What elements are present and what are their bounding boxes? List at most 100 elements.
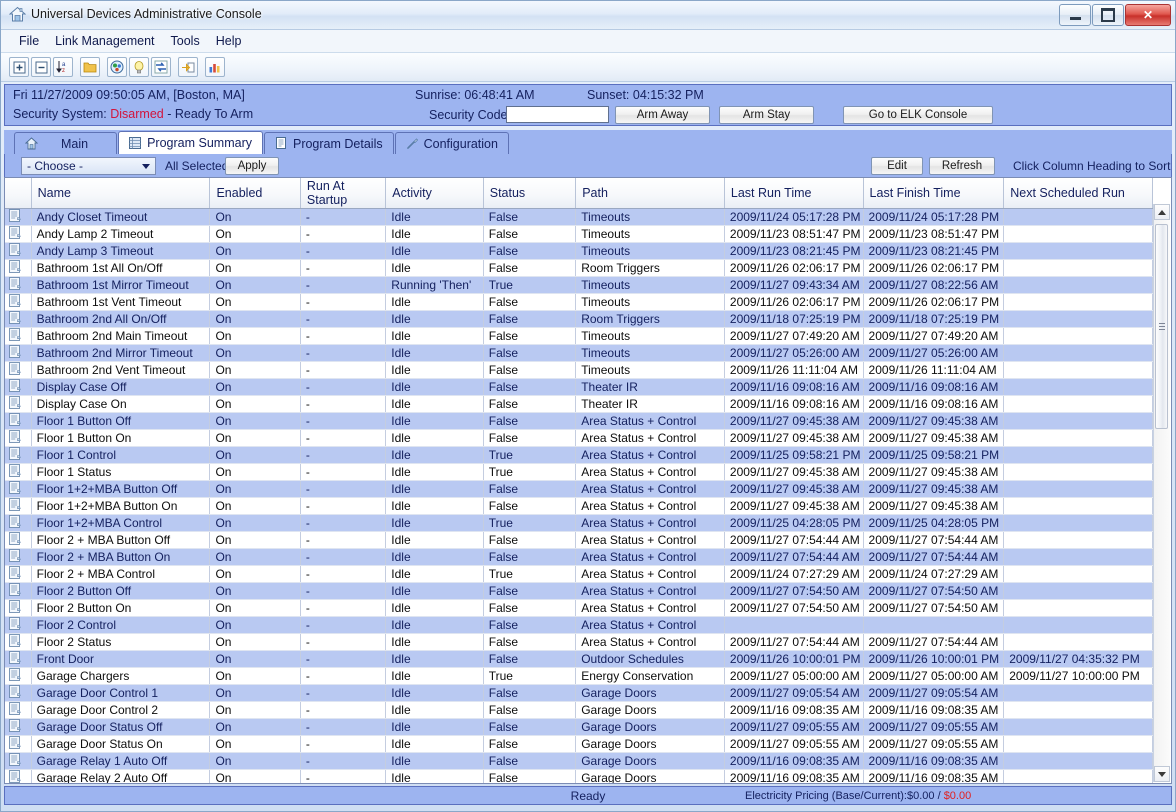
- apply-button[interactable]: Apply: [225, 157, 279, 175]
- tab-program-summary[interactable]: Program Summary: [118, 131, 263, 154]
- edit-button[interactable]: Edit: [871, 157, 923, 175]
- table-row[interactable]: Garage Door Status Off On - Idle False Garage…: [5, 718, 1153, 736]
- cell-run-at-startup: -: [300, 531, 387, 549]
- cell-last-finish-time: 2009/11/24 07:27:29 AM: [863, 565, 1005, 583]
- program-icon: [5, 667, 32, 685]
- table-row[interactable]: Bathroom 1st All On/Off On - Idle False Room …: [5, 259, 1153, 277]
- arm-stay-button[interactable]: Arm Stay: [719, 106, 814, 124]
- th-status[interactable]: Status: [483, 178, 577, 209]
- cell-name: Display Case Off: [31, 378, 211, 396]
- cell-path: Theater IR: [575, 378, 725, 396]
- table-row[interactable]: Floor 2 + MBA Button On On - Idle False Area …: [5, 548, 1153, 566]
- tab-program-details[interactable]: Program Details: [263, 132, 394, 154]
- folder-icon[interactable]: [80, 57, 100, 77]
- table-row[interactable]: Floor 2 + MBA Button Off On - Idle False Area…: [5, 531, 1153, 549]
- table-row[interactable]: Floor 2 Status On - Idle False Area Status + …: [5, 633, 1153, 651]
- refresh-button[interactable]: Refresh: [929, 157, 995, 175]
- cell-path: Area Status + Control: [575, 582, 725, 600]
- table-row[interactable]: Floor 2 Control On - Idle False Area Status +…: [5, 616, 1153, 634]
- program-filter-dropdown[interactable]: - Choose -: [21, 157, 156, 175]
- status-ready-text: Ready: [570, 789, 606, 803]
- table-row[interactable]: Floor 1+2+MBA Button On On - Idle False Area …: [5, 497, 1153, 515]
- table-row[interactable]: Display Case Off On - Idle False Theater IR 20…: [5, 378, 1153, 396]
- table-row[interactable]: Garage Door Status On On - Idle False Garage …: [5, 735, 1153, 753]
- table-row[interactable]: Andy Closet Timeout On - Idle False Timeouts 2…: [5, 208, 1153, 226]
- close-button[interactable]: ✕: [1125, 4, 1171, 26]
- table-row[interactable]: Floor 1+2+MBA Control On - Idle True Area Sta…: [5, 514, 1153, 532]
- menu-file[interactable]: File: [11, 32, 47, 50]
- table-row[interactable]: Floor 2 Button On On - Idle False Area Status…: [5, 599, 1153, 617]
- th-last-finish-time[interactable]: Last Finish Time: [863, 178, 1005, 209]
- th-last-run-time[interactable]: Last Run Time: [724, 178, 864, 209]
- table-row[interactable]: Bathroom 2nd All On/Off On - Idle False Room …: [5, 310, 1153, 328]
- table-row[interactable]: Garage Door Control 1 On - Idle False Garage …: [5, 684, 1153, 702]
- th-enabled[interactable]: Enabled: [209, 178, 301, 209]
- table-row[interactable]: Floor 1 Control On - Idle True Area Status + …: [5, 446, 1153, 464]
- menu-link-management[interactable]: Link Management: [47, 32, 162, 50]
- cell-status: False: [483, 582, 577, 600]
- cell-run-at-startup: -: [300, 582, 387, 600]
- tab-main[interactable]: Main: [14, 132, 118, 154]
- cell-path: Theater IR: [575, 395, 725, 413]
- tab-configuration[interactable]: Configuration: [394, 132, 509, 154]
- cell-status: False: [483, 395, 577, 413]
- th-next-scheduled-run[interactable]: Next Scheduled Run: [1003, 178, 1153, 209]
- table-row[interactable]: Garage Door Control 2 On - Idle False Garage …: [5, 701, 1153, 719]
- go-to-elk-console-button[interactable]: Go to ELK Console: [843, 106, 993, 124]
- table-row[interactable]: Floor 2 + MBA Control On - Idle True Area Sta…: [5, 565, 1153, 583]
- cell-run-at-startup: -: [300, 497, 387, 515]
- maximize-button[interactable]: [1092, 4, 1124, 26]
- chart-icon[interactable]: [205, 57, 225, 77]
- cell-name: Display Case On: [31, 395, 211, 413]
- cell-status: False: [483, 599, 577, 617]
- th-path[interactable]: Path: [575, 178, 725, 209]
- cell-last-run-time: [724, 616, 864, 634]
- table-row[interactable]: Floor 1+2+MBA Button Off On - Idle False Area…: [5, 480, 1153, 498]
- menu-tools[interactable]: Tools: [163, 32, 208, 50]
- table-row[interactable]: Bathroom 2nd Mirror Timeout On - Idle False T…: [5, 344, 1153, 362]
- cell-last-run-time: 2009/11/27 09:45:38 AM: [724, 480, 864, 498]
- lightbulb-icon[interactable]: [129, 57, 149, 77]
- th-activity[interactable]: Activity: [385, 178, 484, 209]
- table-row[interactable]: Andy Lamp 2 Timeout On - Idle False Timeouts 2…: [5, 225, 1153, 243]
- cell-name: Garage Door Control 1: [31, 684, 211, 702]
- table-row[interactable]: Display Case On On - Idle False Theater IR 200…: [5, 395, 1153, 413]
- table-row[interactable]: Bathroom 2nd Vent Timeout On - Idle False Tim…: [5, 361, 1153, 379]
- scroll-up-icon[interactable]: [1154, 204, 1170, 220]
- table-row[interactable]: Floor 1 Status On - Idle True Area Status + C…: [5, 463, 1153, 481]
- scrollbar-thumb[interactable]: [1155, 224, 1168, 429]
- sort-az-icon[interactable]: az: [53, 57, 73, 77]
- table-row[interactable]: Floor 1 Button On On - Idle False Area Status…: [5, 429, 1153, 447]
- table-row[interactable]: Bathroom 2nd Main Timeout On - Idle False Tim…: [5, 327, 1153, 345]
- table-row[interactable]: Garage Chargers On - Idle True Energy Conserv…: [5, 667, 1153, 685]
- table-row[interactable]: Andy Lamp 3 Timeout On - Idle False Timeouts 2…: [5, 242, 1153, 260]
- th-run-at-startup[interactable]: Run At Startup: [300, 178, 387, 209]
- svg-text:z: z: [62, 68, 65, 74]
- cell-activity: Idle: [385, 208, 484, 226]
- cell-status: False: [483, 548, 577, 566]
- cell-run-at-startup: -: [300, 650, 387, 668]
- minimize-button[interactable]: [1059, 4, 1091, 26]
- table-row[interactable]: Garage Relay 2 Auto Off On - Idle False Garag…: [5, 769, 1153, 783]
- table-row[interactable]: Front Door On - Idle False Outdoor Schedules 2…: [5, 650, 1153, 668]
- cell-last-finish-time: 2009/11/16 09:08:16 AM: [863, 395, 1005, 413]
- table-row[interactable]: Bathroom 1st Vent Timeout On - Idle False Tim…: [5, 293, 1153, 311]
- expand-all-icon[interactable]: [9, 57, 29, 77]
- export-icon[interactable]: [178, 57, 198, 77]
- security-code-input[interactable]: [506, 106, 609, 123]
- cell-activity: Idle: [385, 718, 484, 736]
- refresh-devices-icon[interactable]: [151, 57, 171, 77]
- menu-help[interactable]: Help: [208, 32, 250, 50]
- vertical-scrollbar[interactable]: [1153, 204, 1170, 782]
- cell-name: Floor 1+2+MBA Button On: [31, 497, 211, 515]
- table-row[interactable]: Floor 2 Button Off On - Idle False Area Statu…: [5, 582, 1153, 600]
- table-row[interactable]: Garage Relay 1 Auto Off On - Idle False Garag…: [5, 752, 1153, 770]
- scene-icon[interactable]: [107, 57, 127, 77]
- table-row[interactable]: Bathroom 1st Mirror Timeout On - Running 'T…: [5, 276, 1153, 294]
- th-name[interactable]: Name: [31, 178, 211, 209]
- arm-away-button[interactable]: Arm Away: [615, 106, 710, 124]
- table-row[interactable]: Floor 1 Button Off On - Idle False Area Statu…: [5, 412, 1153, 430]
- cell-last-run-time: 2009/11/27 07:54:44 AM: [724, 531, 864, 549]
- collapse-all-icon[interactable]: [31, 57, 51, 77]
- scroll-down-icon[interactable]: [1154, 766, 1170, 782]
